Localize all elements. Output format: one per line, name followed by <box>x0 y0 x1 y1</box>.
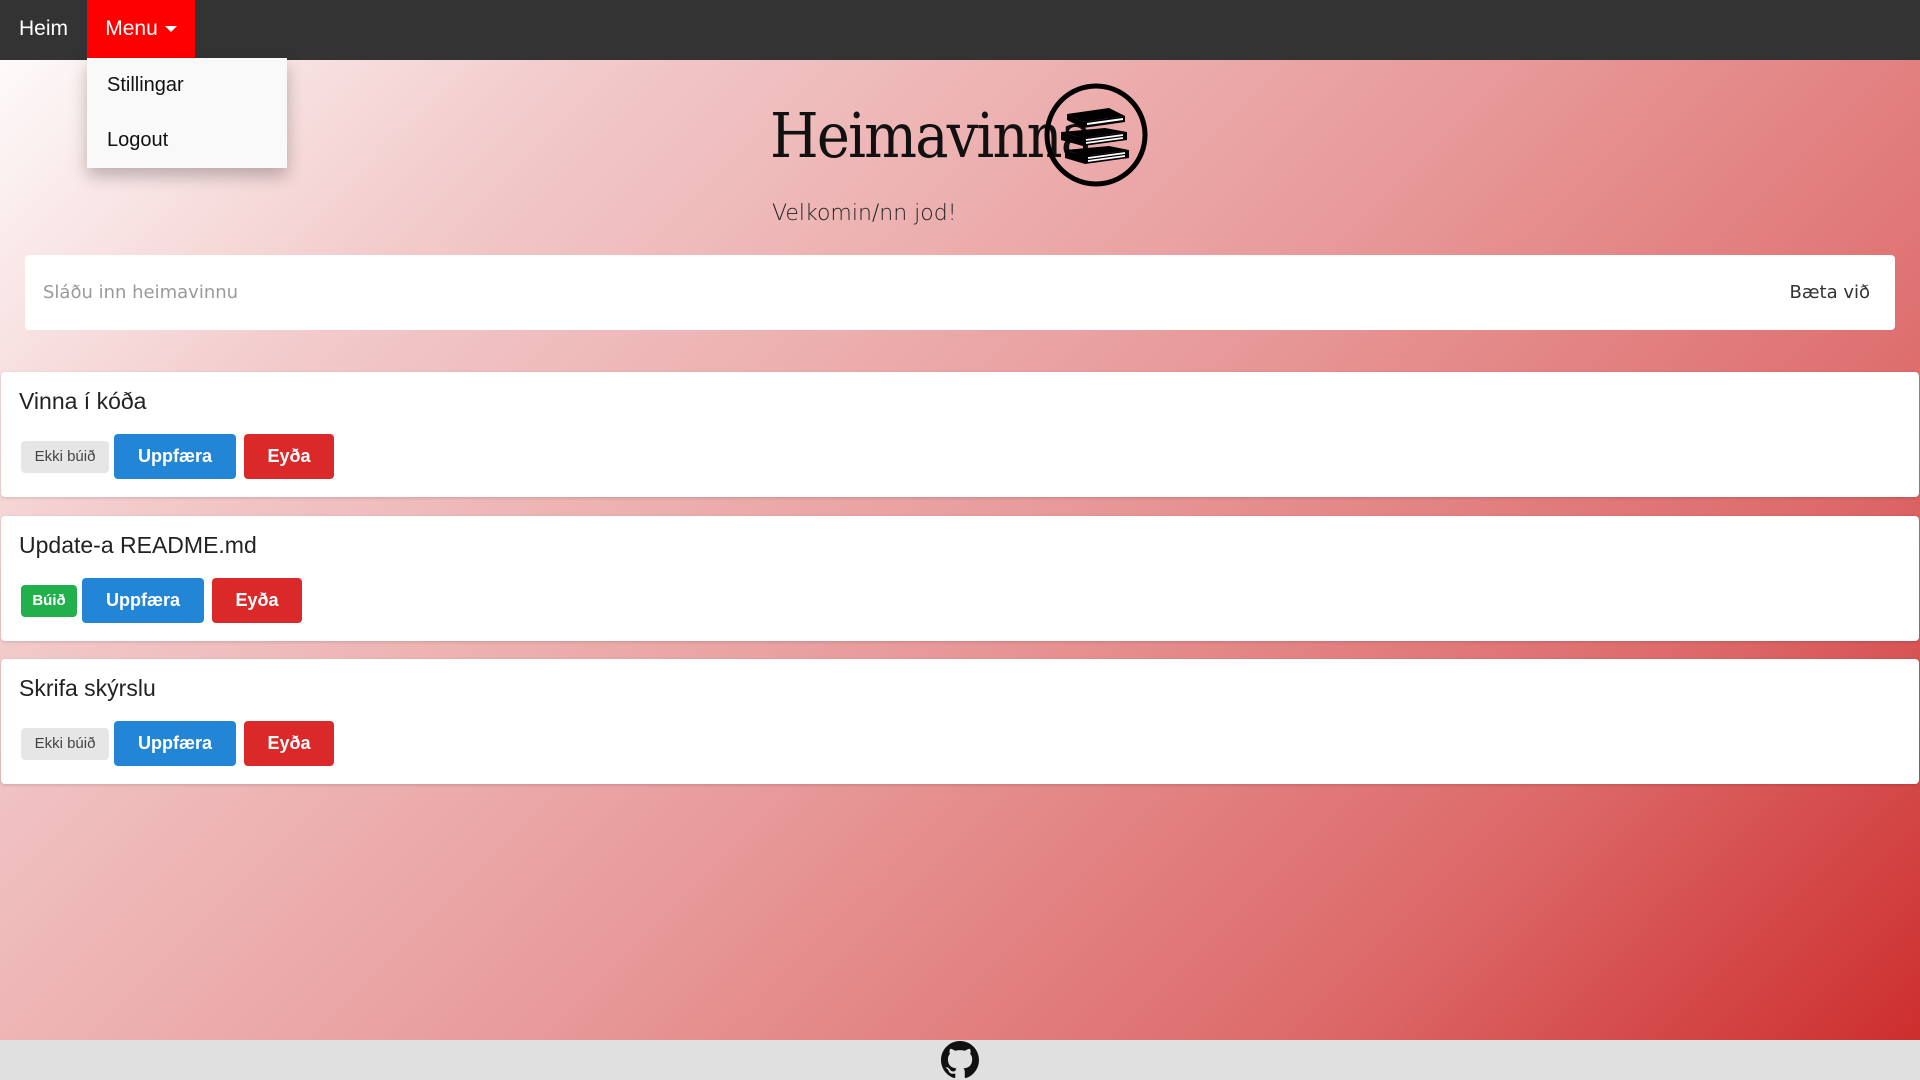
status-badge[interactable]: Ekki búið <box>21 727 109 760</box>
brand-header: Heimavinna <box>770 80 1150 190</box>
status-badge[interactable]: Búið <box>21 584 77 617</box>
nav-home-label: Heim <box>18 17 68 40</box>
delete-button[interactable]: Eyða <box>212 578 302 623</box>
nav-menu-label: Menu <box>105 17 158 40</box>
top-navbar: Heim Menu <box>0 0 1920 60</box>
task-title: Vinna í kóða <box>19 388 147 414</box>
footer <box>0 1040 1920 1080</box>
update-button[interactable]: Uppfæra <box>114 434 236 479</box>
add-homework-form: Bæta við <box>25 255 1895 330</box>
dropdown-item-settings[interactable]: Stillingar <box>87 58 287 113</box>
dropdown-item-label: Stillingar <box>107 74 184 96</box>
caret-down-icon <box>164 26 177 32</box>
task-card: Update-a README.md Búið Uppfæra Eyða <box>1 516 1919 641</box>
status-badge[interactable]: Ekki búið <box>21 440 109 473</box>
nav-menu-button[interactable]: Menu <box>87 0 195 58</box>
nav-home-link[interactable]: Heim <box>0 0 87 58</box>
task-actions: Ekki búið Uppfæra Eyða <box>21 721 342 766</box>
task-actions: Búið Uppfæra Eyða <box>21 578 310 623</box>
dropdown-item-logout[interactable]: Logout <box>87 113 287 168</box>
task-actions: Ekki búið Uppfæra Eyða <box>21 434 342 479</box>
add-button[interactable]: Bæta við <box>1790 255 1871 330</box>
dropdown-item-label: Logout <box>107 129 169 151</box>
menu-dropdown: Stillingar Logout <box>87 58 287 168</box>
task-title: Skrifa skýrslu <box>19 675 156 701</box>
task-title: Update-a README.md <box>19 532 257 558</box>
delete-button[interactable]: Eyða <box>244 721 334 766</box>
update-button[interactable]: Uppfæra <box>82 578 204 623</box>
github-icon[interactable] <box>941 1041 979 1079</box>
homework-input[interactable] <box>25 255 1775 330</box>
task-card: Vinna í kóða Ekki búið Uppfæra Eyða <box>1 372 1919 497</box>
delete-button[interactable]: Eyða <box>244 434 334 479</box>
update-button[interactable]: Uppfæra <box>114 721 236 766</box>
welcome-message: Velkomin/nn jod! <box>772 201 957 226</box>
task-card: Skrifa skýrslu Ekki búið Uppfæra Eyða <box>1 659 1919 784</box>
books-stack-icon <box>1044 83 1148 187</box>
